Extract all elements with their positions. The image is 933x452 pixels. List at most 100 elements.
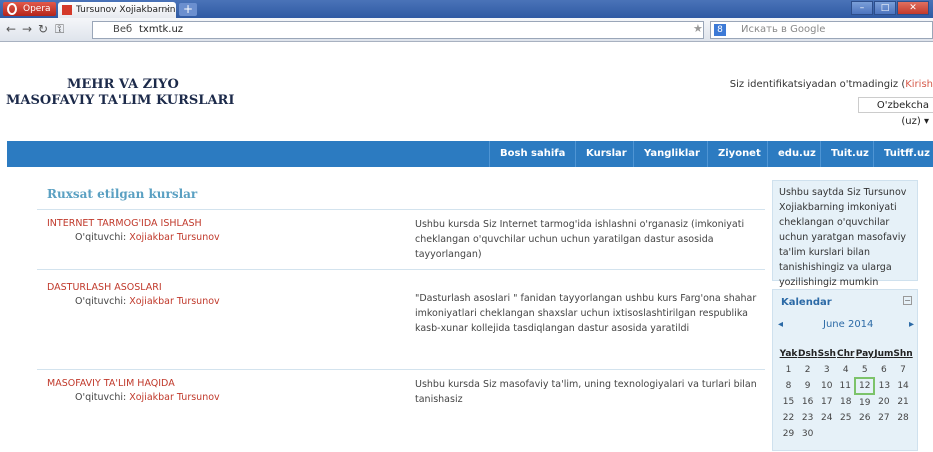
calendar-day [817, 426, 836, 442]
menu-edu-uz[interactable]: edu.uz [767, 141, 826, 167]
calendar-day[interactable]: 16 [798, 394, 817, 410]
course-row: INTERNET TARMOG'IDA ISHLASH O'qituvchi: … [37, 209, 765, 269]
course-title-link[interactable]: DASTURLASH ASOSLARI [47, 282, 162, 293]
main-menu: Bosh sahifa Kurslar Yangliklar Ziyonet e… [7, 141, 933, 167]
opera-label: Opera [23, 4, 51, 14]
calendar-day[interactable]: 1 [779, 362, 798, 378]
search-placeholder: Искать в Google [741, 24, 826, 35]
course-teacher: O'qituvchi: Xojiakbar Tursunov [75, 296, 220, 307]
menu-bosh-sahifa[interactable]: Bosh sahifa [489, 141, 575, 167]
teacher-label: O'qituvchi: [75, 392, 130, 403]
menu-ziyonet[interactable]: Ziyonet [707, 141, 771, 167]
calendar-day[interactable]: 9 [798, 378, 817, 394]
calendar-grid: Yak Dsh Ssh Chr Pay Jum Shn 1 2 3 4 5 6 … [779, 346, 913, 442]
back-icon[interactable]: ← [6, 22, 16, 36]
calendar-day[interactable]: 26 [855, 410, 874, 426]
weekday-header: Jum [874, 349, 894, 359]
calendar-day[interactable]: 8 [779, 378, 798, 394]
course-teacher: O'qituvchi: Xojiakbar Tursunov [75, 232, 220, 243]
calendar-month[interactable]: June 2014 [823, 319, 873, 330]
course-title-link[interactable]: INTERNET TARMOG'IDA ISHLASH [47, 218, 202, 229]
courses-heading: Ruxsat etilgan kurslar [47, 187, 198, 201]
calendar-day[interactable]: 18 [836, 394, 855, 410]
browser-toolbar: ← → ↻ ⚿ Веб txmtk.uz ★ 8 Искать в Google [0, 18, 933, 42]
calendar-day[interactable]: 10 [817, 378, 836, 394]
weekday-header: Shn [893, 349, 913, 359]
calendar-day[interactable]: 30 [798, 426, 817, 442]
menu-kurslar[interactable]: Kurslar [575, 141, 637, 167]
calendar-day[interactable]: 17 [817, 394, 836, 410]
calendar-day[interactable]: 27 [874, 410, 893, 426]
calendar-day[interactable]: 29 [779, 426, 798, 442]
calendar-day [836, 426, 855, 442]
weekday-header: Pay [855, 349, 874, 359]
minimize-icon[interactable]: – [851, 1, 873, 15]
forward-icon[interactable]: → [22, 22, 32, 36]
calendar-day [874, 426, 893, 442]
weekday-header: Yak [779, 349, 798, 359]
calendar-day[interactable]: 14 [893, 378, 912, 394]
next-month-icon[interactable]: ▸ [909, 319, 914, 330]
address-bar[interactable]: Веб txmtk.uz [92, 21, 704, 39]
calendar-day[interactable]: 15 [779, 394, 798, 410]
site-logo-line2: MASOFAVIY TA'LIM KURSLARI [6, 93, 235, 108]
login-text: Siz identifikatsiyadan o'tmadingiz ( [729, 79, 906, 90]
weekday-header: Ssh [817, 349, 836, 359]
address-label: Веб [113, 24, 133, 35]
calendar-day[interactable]: 20 [874, 394, 893, 410]
site-info-box: Ushbu saytda Siz Tursunov Xojiakbarning … [772, 180, 918, 288]
menu-tuit-uz[interactable]: Tuit.uz [820, 141, 879, 167]
calendar-day[interactable]: 25 [836, 410, 855, 426]
calendar-day[interactable]: 4 [836, 362, 855, 378]
calendar-day[interactable]: 11 [836, 378, 855, 394]
calendar-day[interactable]: 19 [855, 394, 874, 410]
opera-logo-icon [7, 3, 17, 15]
reload-icon[interactable]: ↻ [38, 22, 48, 36]
menu-yangliklar[interactable]: Yangliklar [633, 141, 710, 167]
course-row: DASTURLASH ASOSLARI O'qituvchi: Xojiakba… [37, 269, 765, 369]
close-window-icon[interactable]: ✕ [897, 1, 929, 15]
calendar-day[interactable]: 13 [874, 378, 893, 394]
course-description: Ushbu kursda Siz masofaviy ta'lim, uning… [415, 379, 757, 405]
calendar-day[interactable]: 22 [779, 410, 798, 426]
calendar-day [893, 426, 912, 442]
search-input[interactable]: 8 Искать в Google [710, 21, 933, 39]
calendar-title: Kalendar [781, 297, 832, 308]
calendar-day[interactable]: 23 [798, 410, 817, 426]
prev-month-icon[interactable]: ◂ [778, 319, 783, 330]
menu-tuitff-uz[interactable]: Tuitff.uz [873, 141, 933, 167]
calendar-day-today[interactable]: 12 [854, 377, 876, 395]
calendar-day[interactable]: 28 [893, 410, 912, 426]
calendar-day [855, 426, 874, 442]
opera-menu-button[interactable]: Opera [3, 2, 56, 16]
browser-titlebar: Opera Tursunov Xojiakbarnin... × + – □ ✕ [0, 0, 933, 18]
teacher-label: O'qituvchi: [75, 296, 130, 307]
new-tab-button[interactable]: + [179, 3, 197, 16]
collapse-icon[interactable]: − [903, 296, 912, 305]
calendar-day[interactable]: 21 [893, 394, 912, 410]
calendar-day[interactable]: 2 [798, 362, 817, 378]
teacher-link[interactable]: Xojiakbar Tursunov [129, 392, 219, 403]
course-teacher: O'qituvchi: Xojiakbar Tursunov [75, 392, 220, 403]
calendar-day[interactable]: 24 [817, 410, 836, 426]
teacher-link[interactable]: Xojiakbar Tursunov [129, 296, 219, 307]
weekday-header: Chr [837, 349, 855, 359]
calendar-day[interactable]: 7 [893, 362, 912, 378]
calendar-block: Kalendar − ◂ June 2014 ▸ Yak Dsh Ssh Chr… [772, 289, 918, 451]
login-status: Siz identifikatsiyadan o'tmadingiz (Kiri… [730, 79, 933, 90]
course-description: Ushbu kursda Siz Internet tarmog'ida ish… [415, 219, 745, 260]
calendar-day[interactable]: 5 [855, 362, 874, 378]
course-title-link[interactable]: MASOFAVIY TA'LIM HAQIDA [47, 378, 175, 389]
tab-close-icon[interactable]: × [163, 2, 171, 18]
maximize-icon[interactable]: □ [874, 1, 896, 15]
key-icon[interactable]: ⚿ [55, 22, 64, 37]
calendar-day[interactable]: 6 [874, 362, 893, 378]
url-text: txmtk.uz [139, 24, 184, 35]
teacher-link[interactable]: Xojiakbar Tursunov [129, 232, 219, 243]
login-link[interactable]: Kirish [905, 79, 933, 90]
calendar-day[interactable]: 3 [817, 362, 836, 378]
search-engine-icon[interactable]: 8 [714, 24, 726, 36]
bookmark-star-icon[interactable]: ★ [693, 22, 703, 35]
browser-tab[interactable]: Tursunov Xojiakbarnin... × [58, 2, 176, 18]
language-select[interactable]: O'zbekcha (uz) ▾ [858, 97, 933, 127]
